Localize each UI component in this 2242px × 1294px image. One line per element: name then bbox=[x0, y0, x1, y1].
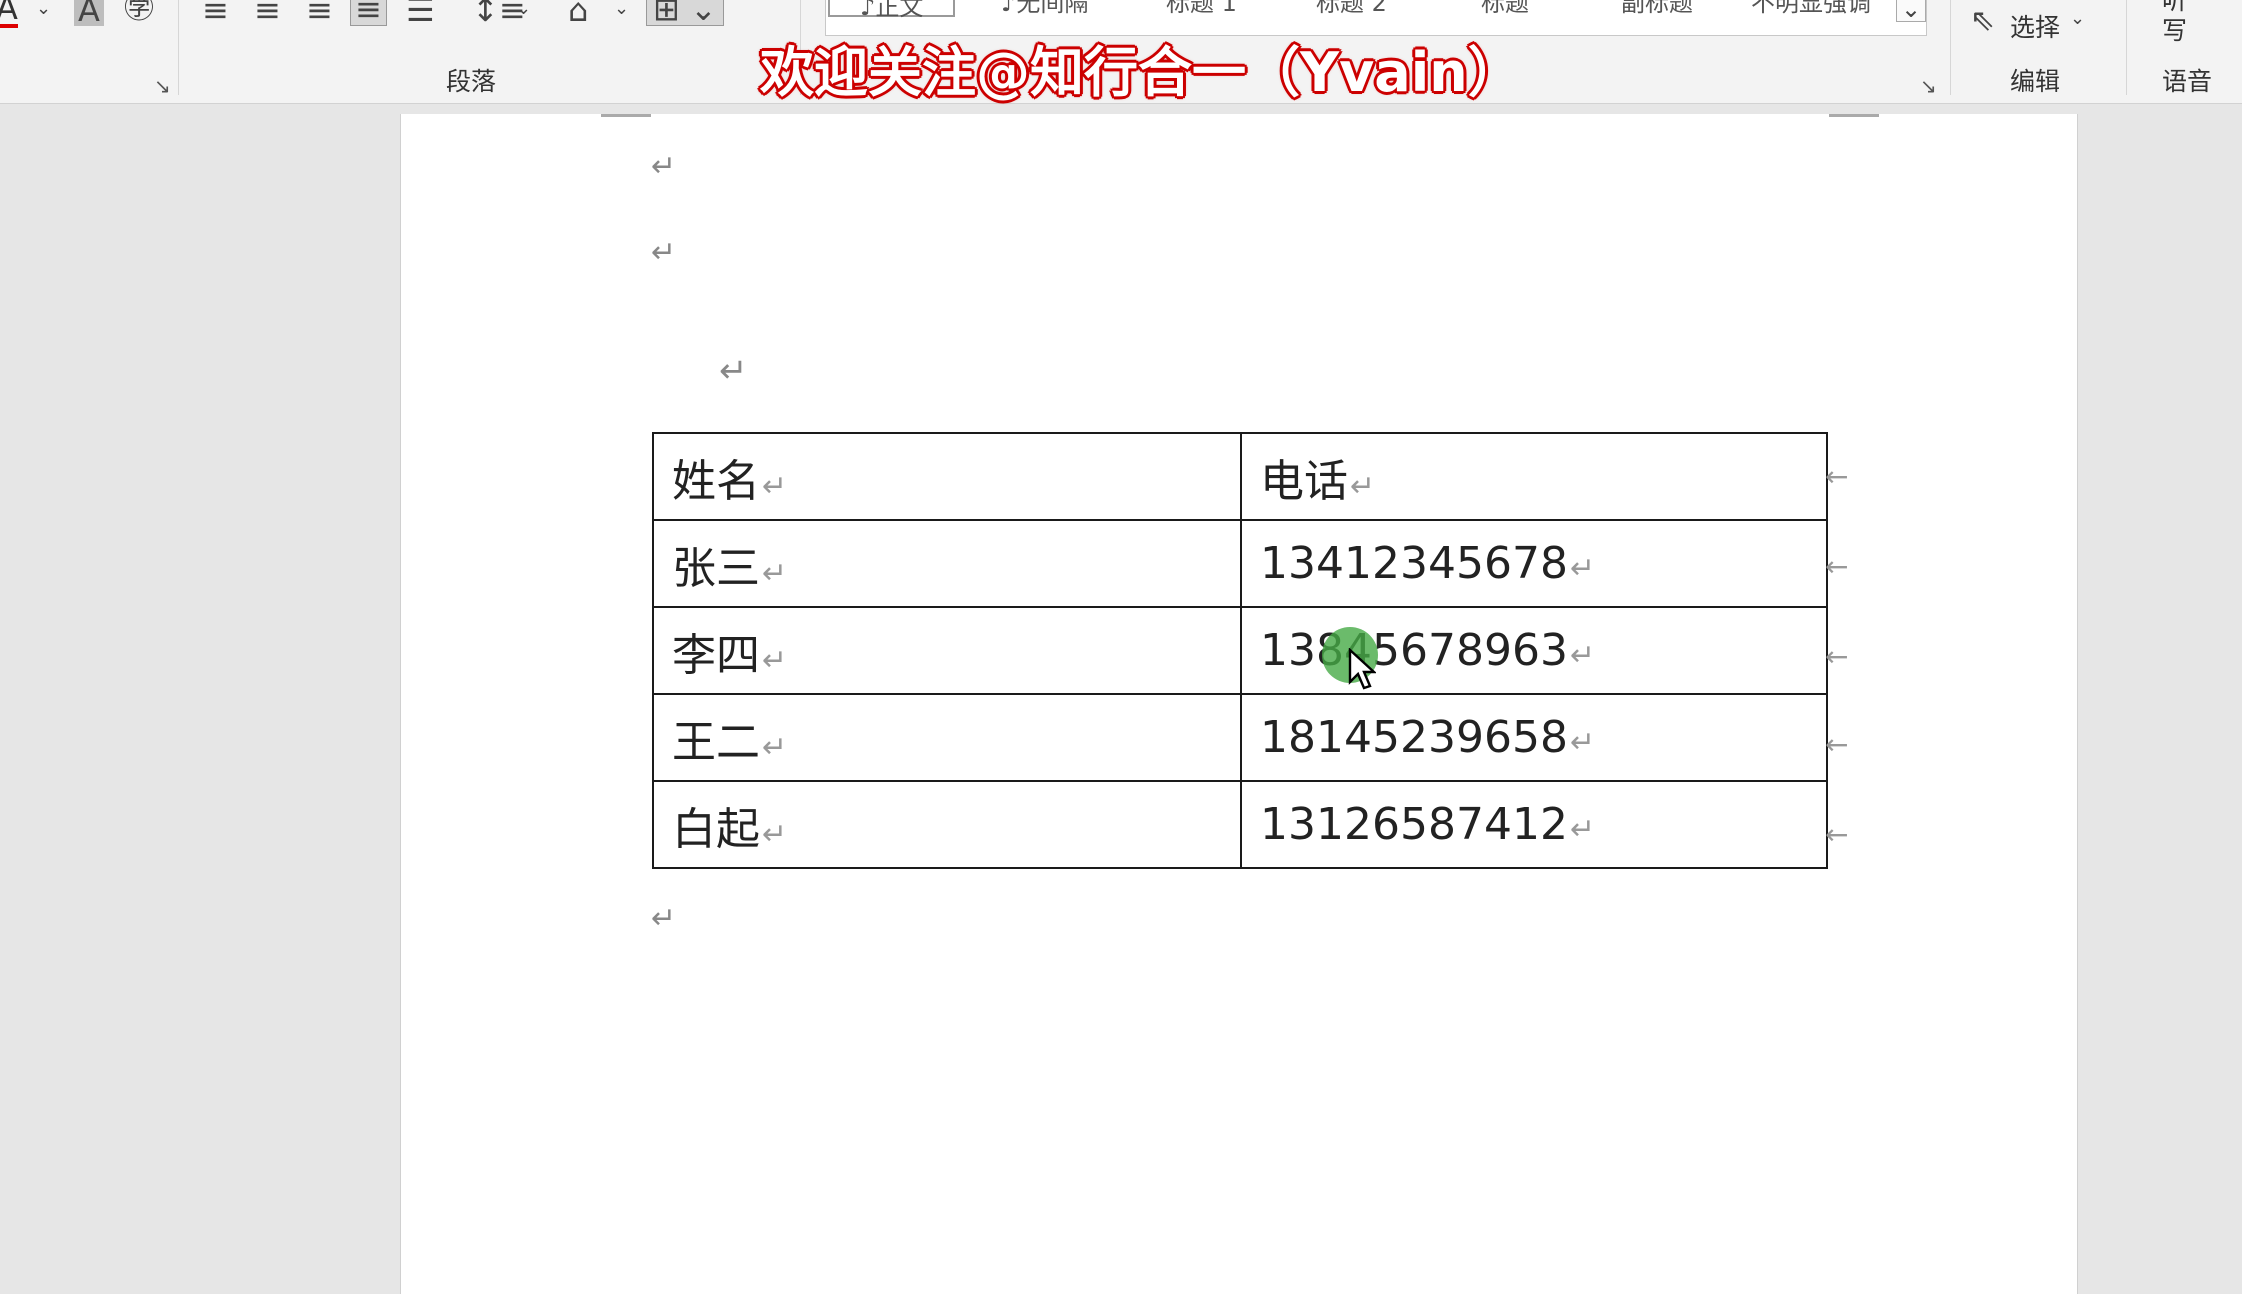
table-row: 姓名↵ 电话↵ bbox=[652, 432, 1828, 521]
cell-end-mark: ↵ bbox=[762, 729, 788, 765]
justify-icon[interactable]: ≡ bbox=[350, 0, 387, 26]
row-end-mark: ← bbox=[1825, 460, 1849, 493]
margin-marker bbox=[1829, 114, 1879, 117]
edit-group-label: 编辑 bbox=[2010, 67, 2061, 96]
mouse-cursor-icon bbox=[1348, 648, 1376, 690]
row-end-mark: ← bbox=[1825, 640, 1849, 673]
margin-marker bbox=[601, 114, 651, 117]
cell-text: 18145239658 bbox=[1260, 712, 1568, 763]
table-cell[interactable]: 张三↵ bbox=[652, 519, 1242, 608]
cell-end-mark: ↵ bbox=[762, 816, 788, 852]
table-cell[interactable]: 18145239658↵ bbox=[1240, 693, 1828, 782]
enclose-char-icon[interactable]: ㊫ bbox=[124, 0, 154, 24]
cell-text: 13412345678 bbox=[1260, 538, 1568, 589]
cell-text: 13845678963 bbox=[1260, 625, 1568, 676]
style-no-spacing[interactable]: ♪无间隔 bbox=[1001, 0, 1088, 18]
char-shading-icon[interactable]: A bbox=[74, 0, 104, 26]
gallery-more-icon[interactable]: ⌄ bbox=[1896, 0, 1927, 22]
table-row: 白起↵ 13126587412↵ bbox=[652, 780, 1828, 869]
table-cell[interactable]: 13412345678↵ bbox=[1240, 519, 1828, 608]
cell-text: 姓名 bbox=[672, 455, 760, 507]
paragraph-mark: ↵ bbox=[651, 235, 677, 270]
cell-text: 李四 bbox=[672, 629, 760, 681]
style-heading1[interactable]: 标题 1 bbox=[1166, 0, 1237, 18]
style-label: 标题 2 bbox=[1316, 0, 1387, 17]
paragraph-mark: ↵ bbox=[651, 149, 677, 184]
document-page[interactable]: ↵ ↵ ↵ 姓名↵ 电话↵ 张三↵ 13412345678↵ 李四↵ 13845… bbox=[400, 114, 2078, 1294]
cell-text: 白起 bbox=[672, 803, 760, 855]
borders-icon[interactable]: ⊞ ⌄ bbox=[646, 0, 724, 26]
distributed-icon[interactable]: ☰ bbox=[406, 0, 435, 26]
style-label: 副标题 bbox=[1621, 0, 1693, 17]
dropdown-arrow-icon[interactable]: ⌄ bbox=[614, 0, 629, 18]
row-end-mark: ← bbox=[1825, 728, 1849, 761]
table-cell[interactable]: 电话↵ bbox=[1240, 432, 1828, 521]
align-left-icon[interactable]: ≡ bbox=[202, 0, 229, 26]
cell-end-mark: ↵ bbox=[762, 468, 788, 504]
style-label: 正文 bbox=[875, 0, 924, 21]
select-label[interactable]: 选择 bbox=[2010, 8, 2060, 44]
table-cell[interactable]: 13126587412↵ bbox=[1240, 780, 1828, 869]
table-cell[interactable]: 姓名↵ bbox=[652, 432, 1242, 521]
cell-text: 13126587412 bbox=[1260, 799, 1568, 850]
style-label: 不明显强调 bbox=[1751, 0, 1871, 17]
watermark-caption: 欢迎关注@知行合一（Yvain） bbox=[760, 41, 1522, 104]
select-cursor-icon[interactable]: ⇖ bbox=[1970, 6, 1995, 36]
table-row: 张三↵ 13412345678↵ bbox=[652, 519, 1828, 608]
style-title[interactable]: 标题 bbox=[1481, 0, 1529, 18]
dropdown-arrow-icon[interactable]: ⌄ bbox=[516, 0, 531, 18]
cell-end-mark: ↵ bbox=[1569, 812, 1596, 847]
table-cell[interactable]: 李四↵ bbox=[652, 606, 1242, 695]
style-label: 无间隔 bbox=[1016, 0, 1089, 17]
cell-end-mark: ↵ bbox=[762, 642, 788, 678]
voice-group-label: 语音 bbox=[2162, 67, 2213, 96]
cell-end-mark: ↵ bbox=[1569, 725, 1596, 760]
cell-text: 电话 bbox=[1260, 455, 1348, 507]
style-subtitle[interactable]: 副标题 bbox=[1621, 0, 1693, 18]
row-end-mark: ← bbox=[1825, 818, 1849, 851]
cell-text: 王二 bbox=[672, 716, 760, 768]
align-center-icon[interactable]: ≡ bbox=[254, 0, 281, 26]
table-cell[interactable]: 白起↵ bbox=[652, 780, 1242, 869]
cell-end-mark: ↵ bbox=[1350, 468, 1376, 504]
paragraph-mark: ↵ bbox=[651, 901, 677, 936]
style-subtle-emphasis[interactable]: 不明显强调 bbox=[1751, 0, 1871, 18]
font-color-icon[interactable]: A bbox=[0, 0, 18, 28]
shading-icon[interactable]: ⌂ bbox=[568, 0, 588, 26]
dictate-label[interactable]: 听写 bbox=[2162, 0, 2190, 46]
dropdown-arrow-icon[interactable]: ⌄ bbox=[36, 0, 51, 18]
font-dialog-launcher-icon[interactable]: ↘ bbox=[154, 74, 171, 98]
row-end-mark: ← bbox=[1825, 550, 1849, 583]
cell-text: 张三 bbox=[672, 542, 760, 594]
style-label: 标题 bbox=[1481, 0, 1529, 17]
styles-dialog-launcher-icon[interactable]: ↘ bbox=[1920, 74, 1937, 98]
align-right-icon[interactable]: ≡ bbox=[306, 0, 333, 26]
paragraph-mark: ↵ bbox=[719, 351, 748, 391]
style-label: 标题 1 bbox=[1166, 0, 1237, 17]
cell-end-mark: ↵ bbox=[1569, 551, 1596, 586]
cell-end-mark: ↵ bbox=[762, 555, 788, 591]
dropdown-arrow-icon[interactable]: ⌄ bbox=[2070, 10, 2085, 28]
paragraph-group-label: 段落 bbox=[446, 67, 497, 96]
cell-end-mark: ↵ bbox=[1569, 638, 1596, 673]
table-row: 王二↵ 18145239658↵ bbox=[652, 693, 1828, 782]
style-normal[interactable]: ♪正文 bbox=[828, 0, 956, 21]
contacts-table[interactable]: 姓名↵ 电话↵ 张三↵ 13412345678↵ 李四↵ 13845678963… bbox=[652, 432, 1828, 869]
style-heading2[interactable]: 标题 2 bbox=[1316, 0, 1387, 18]
table-row: 李四↵ 13845678963↵ bbox=[652, 606, 1828, 695]
table-cell[interactable]: 王二↵ bbox=[652, 693, 1242, 782]
